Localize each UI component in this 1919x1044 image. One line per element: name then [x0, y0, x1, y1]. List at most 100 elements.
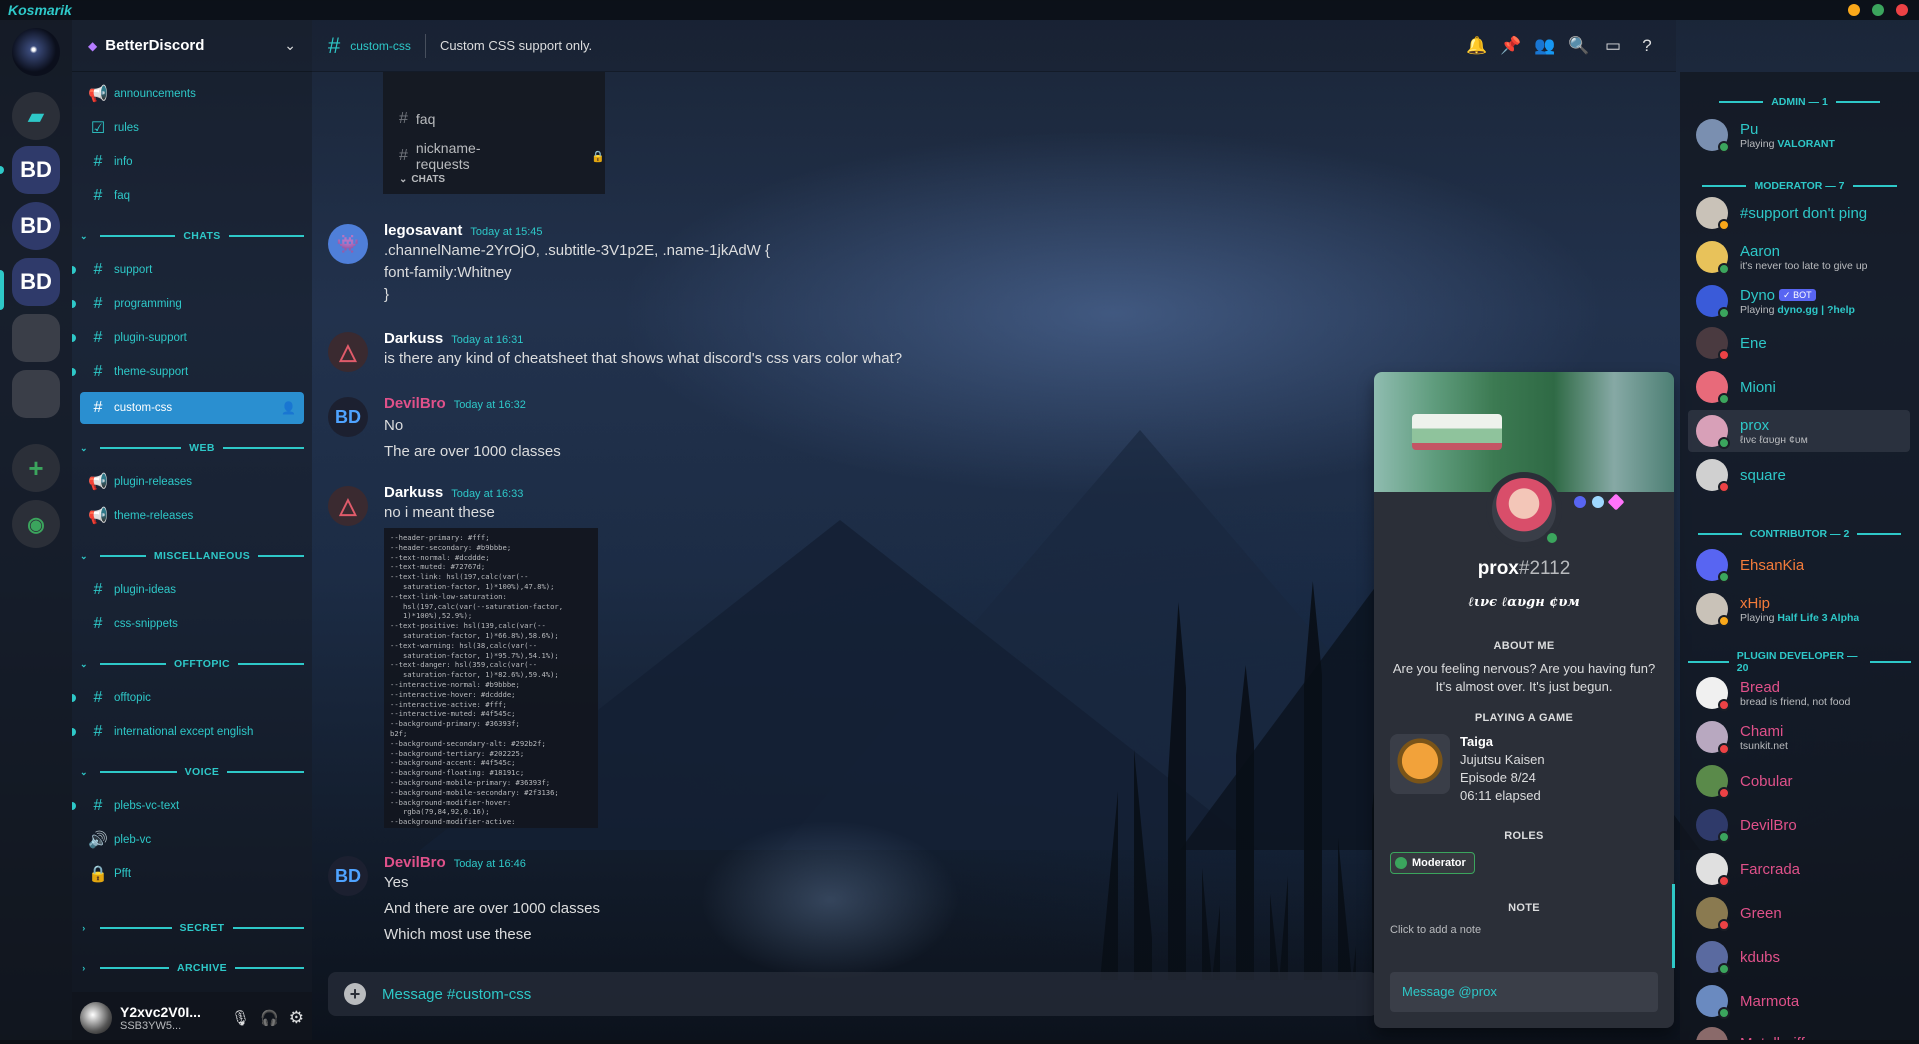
- avatar[interactable]: BD: [328, 397, 368, 437]
- channel-plebs-vc-text[interactable]: # plebs-vc-text: [72, 790, 304, 822]
- category-archive[interactable]: › ARCHIVE: [72, 958, 312, 978]
- maximize-button[interactable]: [1872, 4, 1884, 16]
- avatar[interactable]: △: [328, 332, 368, 372]
- badge-icon[interactable]: [1592, 496, 1604, 508]
- guild-header[interactable]: ◆ BetterDiscord ⌄: [72, 20, 312, 72]
- bell-icon[interactable]: 🔔: [1466, 35, 1488, 57]
- member-item[interactable]: Chami tsunkit.net: [1688, 716, 1910, 758]
- channel-offtopic[interactable]: # offtopic: [72, 682, 304, 714]
- microphone-icon[interactable]: 🎙: [231, 1009, 250, 1027]
- member-item[interactable]: kdubs: [1688, 936, 1910, 978]
- members-icon[interactable]: 👥: [1534, 35, 1556, 57]
- channel-pleb-vc[interactable]: 🔊 pleb-vc: [80, 824, 304, 856]
- server-icon-betterdiscord[interactable]: BD: [12, 146, 60, 194]
- channel-info[interactable]: # info: [80, 146, 304, 178]
- folder-button[interactable]: ▰: [12, 92, 60, 140]
- note-input[interactable]: Click to add a note: [1390, 924, 1481, 936]
- inbox-icon[interactable]: ▭: [1602, 35, 1624, 57]
- badge-icon[interactable]: [1574, 496, 1586, 508]
- category-secret[interactable]: › SECRET: [72, 918, 312, 938]
- role-badge[interactable]: Moderator: [1390, 852, 1475, 874]
- category-voice[interactable]: ⌄ VOICE: [72, 762, 312, 782]
- message-author[interactable]: DevilBro: [384, 854, 446, 871]
- channel-topic[interactable]: Custom CSS support only.: [440, 38, 592, 53]
- badge-icon[interactable]: [1607, 493, 1625, 511]
- list-item[interactable]: # nickname-requests 🔒: [399, 140, 605, 172]
- channel-rules[interactable]: ☑ rules: [80, 112, 304, 144]
- help-icon[interactable]: ?: [1636, 35, 1658, 57]
- channel-programming[interactable]: # programming: [72, 288, 304, 320]
- message-composer[interactable]: + Message #custom-css: [328, 972, 1378, 1016]
- code-line: --interactive-active: #fff;: [390, 699, 507, 709]
- server-folder-1[interactable]: [12, 314, 60, 362]
- member-item[interactable]: Mioni: [1688, 366, 1910, 408]
- channel-theme-support[interactable]: # theme-support: [72, 356, 304, 388]
- member-item[interactable]: Cobular: [1688, 760, 1910, 802]
- member-item[interactable]: Bread bread is friend, not food: [1688, 672, 1910, 714]
- member-item[interactable]: #support don't ping: [1688, 192, 1910, 234]
- member-name: Bread: [1740, 678, 1781, 696]
- category-offtopic[interactable]: ⌄ OFFTOPIC: [72, 654, 312, 674]
- member-item[interactable]: Farcrada: [1688, 848, 1910, 890]
- message-input[interactable]: Message #custom-css: [382, 986, 531, 1003]
- server-icon-betterdiscord-3[interactable]: BD: [12, 258, 60, 306]
- message-author[interactable]: DevilBro: [384, 395, 446, 412]
- member-item[interactable]: Marmota: [1688, 980, 1910, 1022]
- category-miscellaneous[interactable]: ⌄ MISCELLANEOUS: [72, 546, 312, 566]
- member-list: ADMIN — 1 Pu Playing VALORANT MODERATOR — 7…: [1680, 72, 1919, 1044]
- minimize-button[interactable]: [1848, 4, 1860, 16]
- avatar[interactable]: 👾: [328, 224, 368, 264]
- member-item[interactable]: Pu Playing VALORANT: [1688, 114, 1910, 156]
- avatar: [1696, 371, 1730, 405]
- user-name: Y2xvc2V0I...: [120, 1004, 201, 1020]
- channel-pfft[interactable]: 🔒 Pfft: [80, 858, 304, 890]
- member-item[interactable]: Ene: [1688, 322, 1910, 364]
- direct-message-input[interactable]: Message @prox: [1390, 972, 1658, 1012]
- close-button[interactable]: [1896, 4, 1908, 16]
- category-chats[interactable]: ⌄ CHATS: [72, 226, 312, 246]
- member-item[interactable]: xHip Playing Half Life 3 Alpha: [1688, 588, 1910, 630]
- message-author[interactable]: Darkuss: [384, 484, 443, 501]
- code-line: saturation-factor, 1)*95.7%),54.1%);: [390, 650, 559, 660]
- channel-international-except-english[interactable]: # international except english: [72, 716, 304, 748]
- member-item[interactable]: Green: [1688, 892, 1910, 934]
- message-author[interactable]: Darkuss: [384, 330, 443, 347]
- channel-theme-releases[interactable]: 📢 theme-releases: [80, 500, 304, 532]
- channel-support[interactable]: # support: [72, 254, 304, 286]
- channel-custom-css[interactable]: # custom-css 👤: [80, 392, 304, 424]
- category-web[interactable]: ⌄ WEB: [72, 438, 312, 458]
- pin-icon[interactable]: 📌: [1500, 35, 1522, 57]
- avatar[interactable]: △: [328, 486, 368, 526]
- server-icon-betterdiscord-2[interactable]: BD: [12, 202, 60, 250]
- channel-plugin-releases[interactable]: 📢 plugin-releases: [80, 466, 304, 498]
- member-item[interactable]: EhsanKia: [1688, 544, 1910, 586]
- message-author[interactable]: legosavant: [384, 222, 462, 239]
- attach-plus-icon[interactable]: +: [344, 983, 366, 1005]
- avatar[interactable]: BD: [328, 856, 368, 896]
- avatar[interactable]: [80, 1002, 112, 1034]
- member-item[interactable]: Dyno ✓ BOT Playing dyno.gg | ?help: [1688, 280, 1910, 322]
- channel-faq[interactable]: # faq: [80, 180, 304, 212]
- search-icon[interactable]: 🔍: [1568, 35, 1590, 57]
- headphones-icon[interactable]: 🎧: [260, 1009, 279, 1027]
- hash-icon: #: [93, 689, 103, 706]
- add-server-button[interactable]: +: [12, 444, 60, 492]
- home-button[interactable]: [12, 28, 60, 76]
- channel-announcements[interactable]: 📢 announcements: [80, 78, 304, 110]
- explore-servers-button[interactable]: ◉: [12, 500, 60, 548]
- server-folder-2[interactable]: [12, 370, 60, 418]
- channel-plugin-support[interactable]: # plugin-support: [72, 322, 304, 354]
- category-label[interactable]: ⌄ CHATS: [399, 174, 445, 185]
- member-item[interactable]: DevilBro: [1688, 804, 1910, 846]
- scrollbar[interactable]: [1672, 884, 1675, 968]
- member-item[interactable]: Aaron it's never too late to give up: [1688, 236, 1910, 278]
- member-item[interactable]: square: [1688, 454, 1910, 496]
- attachment-image[interactable]: --header-primary: #fff; --header-secondar…: [384, 528, 598, 828]
- list-item[interactable]: # faq: [399, 110, 435, 128]
- member-item[interactable]: prox ℓινє ℓαυgн ¢υм: [1688, 410, 1910, 452]
- unread-indicator: [72, 694, 76, 702]
- invite-icon[interactable]: 👤: [281, 401, 296, 415]
- gear-icon[interactable]: ⚙: [289, 1008, 304, 1028]
- channel-plugin-ideas[interactable]: # plugin-ideas: [80, 574, 304, 606]
- channel-css-snippets[interactable]: # css-snippets: [80, 608, 304, 640]
